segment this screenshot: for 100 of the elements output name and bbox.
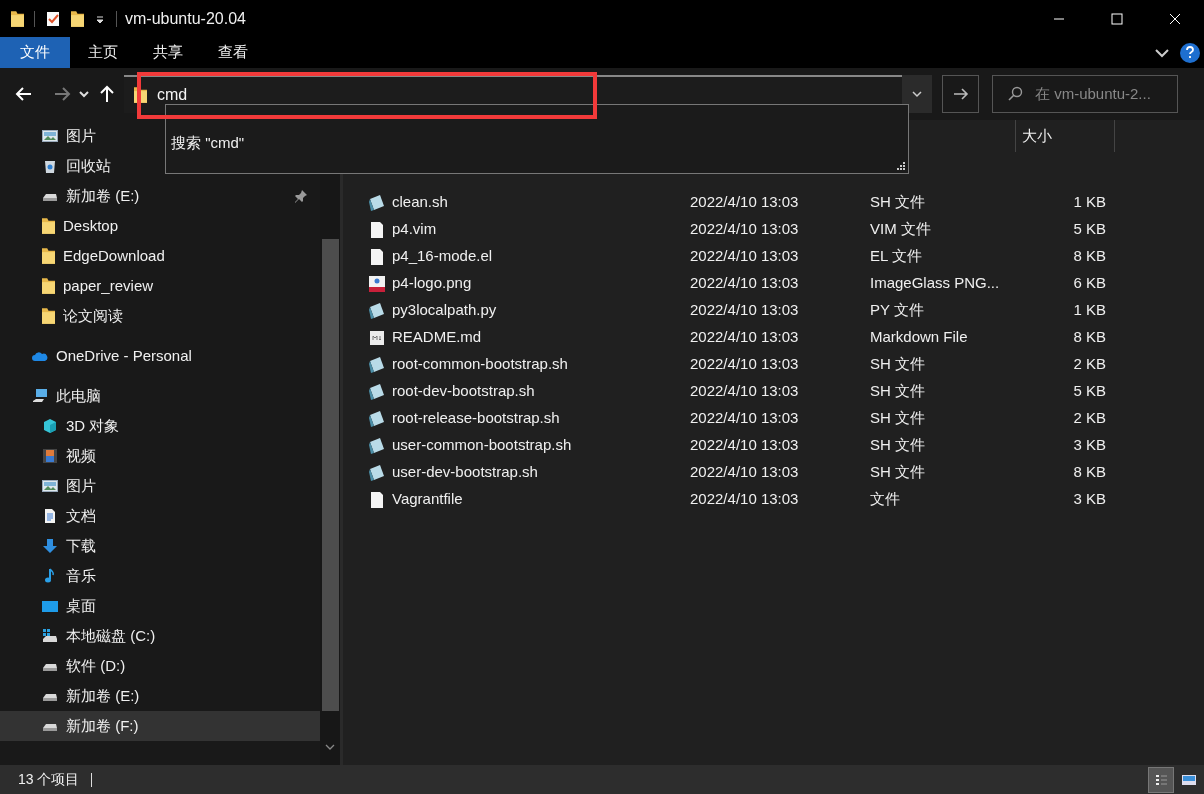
file-name: Vagrantfile bbox=[392, 489, 463, 510]
navigation-item[interactable]: paper_review bbox=[0, 271, 320, 301]
film-icon bbox=[42, 448, 58, 464]
navigation-item[interactable]: 本地磁盘 (C:) bbox=[0, 621, 320, 651]
navigation-item[interactable]: 回收站 bbox=[0, 151, 320, 181]
details-view-button[interactable] bbox=[1148, 766, 1174, 793]
file-row[interactable]: Vagrantfile 2022/4/10 13:03 文件 3 KB bbox=[343, 486, 1204, 513]
file-type: SH 文件 bbox=[870, 435, 926, 456]
file-icon bbox=[368, 220, 386, 239]
file-type: SH 文件 bbox=[870, 192, 926, 213]
navigation-item[interactable]: 新加卷 (E:) bbox=[0, 681, 320, 711]
address-dropdown-button[interactable] bbox=[902, 75, 932, 113]
file-type: EL 文件 bbox=[870, 246, 923, 267]
navigation-item[interactable]: Desktop bbox=[0, 211, 320, 241]
computer-icon bbox=[32, 388, 48, 404]
navigation-item[interactable]: 图片 bbox=[0, 471, 320, 501]
navigation-item[interactable]: 音乐 bbox=[0, 561, 320, 591]
modified-date: 2022/4/10 13:03 bbox=[690, 408, 800, 429]
suggestion-item[interactable]: 搜索 "cmd" bbox=[171, 131, 908, 154]
file-size: 2 KB bbox=[1073, 354, 1106, 375]
file-name: clean.sh bbox=[392, 192, 448, 213]
file-row[interactable]: user-common-bootstrap.sh 2022/4/10 13:03 SH 文件 3 KB bbox=[343, 432, 1204, 459]
thumbnail-view-icon bbox=[1181, 772, 1197, 787]
file-type: Markdown File bbox=[870, 327, 969, 348]
file-size: 8 KB bbox=[1073, 327, 1106, 348]
navigation-item[interactable]: 此电脑 bbox=[0, 381, 320, 411]
file-row[interactable]: root-dev-bootstrap.sh 2022/4/10 13:03 SH 文件 5 KB bbox=[343, 378, 1204, 405]
window-title: vm-ubuntu-20.04 bbox=[125, 8, 247, 29]
file-type: 文件 bbox=[870, 489, 901, 510]
file-name: README.md bbox=[392, 327, 482, 348]
file-menu-tab[interactable]: 文件 bbox=[0, 37, 70, 68]
file-type: ImageGlass PNG... bbox=[870, 273, 1001, 294]
recycle-bin-icon bbox=[42, 158, 58, 174]
address-input[interactable]: cmd bbox=[157, 83, 557, 107]
file-size: 2 KB bbox=[1073, 408, 1106, 429]
file-type: SH 文件 bbox=[870, 462, 926, 483]
navigation-item[interactable]: OneDrive - Personal bbox=[0, 341, 320, 371]
file-row[interactable]: root-common-bootstrap.sh 2022/4/10 13:03 SH 文件 2 KB bbox=[343, 351, 1204, 378]
folder-icon bbox=[11, 10, 24, 27]
file-row[interactable]: root-release-bootstrap.sh 2022/4/10 13:03 SH 文件 2 KB bbox=[343, 405, 1204, 432]
file-type: PY 文件 bbox=[870, 300, 925, 321]
search-input[interactable]: 在 vm-ubuntu-2... bbox=[1035, 82, 1175, 106]
up-arrow-icon[interactable] bbox=[98, 84, 116, 104]
navigation-item[interactable]: 桌面 bbox=[0, 591, 320, 621]
navigation-item[interactable]: 软件 (D:) bbox=[0, 651, 320, 681]
file-size: 1 KB bbox=[1073, 192, 1106, 213]
navigation-item[interactable]: EdgeDownload bbox=[0, 241, 320, 271]
file-row[interactable]: user-dev-bootstrap.sh 2022/4/10 13:03 SH 文件 8 KB bbox=[343, 459, 1204, 486]
file-row[interactable]: p4_16-mode.el 2022/4/10 13:03 EL 文件 8 KB bbox=[343, 243, 1204, 270]
image-file-icon bbox=[368, 274, 386, 293]
script-file-icon bbox=[368, 301, 386, 320]
modified-date: 2022/4/10 13:03 bbox=[690, 327, 800, 348]
modified-date: 2022/4/10 13:03 bbox=[690, 300, 800, 321]
file-row[interactable]: p4-logo.png 2022/4/10 13:03 ImageGlass PNG... 6 KB bbox=[343, 270, 1204, 297]
file-row[interactable]: README.md 2022/4/10 13:03 Markdown File 8 KB bbox=[343, 324, 1204, 351]
file-name: root-release-bootstrap.sh bbox=[392, 408, 560, 429]
navigation-item[interactable]: 3D 对象 bbox=[0, 411, 320, 441]
file-size: 5 KB bbox=[1073, 381, 1106, 402]
file-size: 3 KB bbox=[1073, 489, 1106, 510]
navigation-item[interactable]: 论文阅读 bbox=[0, 301, 320, 331]
chevron-down-icon[interactable] bbox=[78, 88, 90, 100]
ribbon-tab[interactable]: 主页 bbox=[71, 37, 135, 68]
file-icon bbox=[368, 247, 386, 266]
ribbon-tab[interactable]: 查看 bbox=[201, 37, 265, 68]
modified-date: 2022/4/10 13:03 bbox=[690, 462, 800, 483]
item-count: 13 个项目 bbox=[18, 770, 80, 789]
resize-grip-icon[interactable] bbox=[896, 161, 906, 171]
file-name: p4-logo.png bbox=[392, 273, 472, 294]
scrollbar-thumb[interactable] bbox=[321, 239, 339, 711]
file-name: user-common-bootstrap.sh bbox=[392, 435, 572, 456]
file-size: 3 KB bbox=[1073, 435, 1106, 456]
navigation-item[interactable]: 新加卷 (E:) bbox=[0, 181, 320, 211]
properties-icon[interactable] bbox=[45, 10, 61, 27]
file-size: 8 KB bbox=[1073, 246, 1106, 267]
details-view-icon bbox=[1154, 772, 1168, 787]
modified-date: 2022/4/10 13:03 bbox=[690, 381, 800, 402]
folder-icon bbox=[42, 278, 55, 294]
script-file-icon bbox=[368, 463, 386, 482]
cube-icon bbox=[42, 418, 58, 434]
folder-icon bbox=[42, 308, 55, 324]
modified-date: 2022/4/10 13:03 bbox=[690, 354, 800, 375]
column-header[interactable]: 大小 bbox=[1015, 120, 1115, 152]
navigation-item[interactable]: 视频 bbox=[0, 441, 320, 471]
picture-icon bbox=[42, 128, 58, 144]
file-type: VIM 文件 bbox=[870, 219, 932, 240]
ribbon-tab[interactable]: 共享 bbox=[136, 37, 200, 68]
file-type: SH 文件 bbox=[870, 381, 926, 402]
navigation-item[interactable]: 文档 bbox=[0, 501, 320, 531]
navigation-item[interactable]: 下载 bbox=[0, 531, 320, 561]
file-row[interactable]: clean.sh 2022/4/10 13:03 SH 文件 1 KB bbox=[343, 189, 1204, 216]
navigation-item[interactable]: 新加卷 (F:) bbox=[0, 711, 320, 741]
help-icon[interactable] bbox=[1180, 42, 1200, 63]
script-file-icon bbox=[368, 355, 386, 374]
search-field[interactable]: 在 vm-ubuntu-2... bbox=[992, 75, 1178, 113]
file-row[interactable]: py3localpath.py 2022/4/10 13:03 PY 文件 1 KB bbox=[343, 297, 1204, 324]
go-button[interactable] bbox=[942, 75, 979, 113]
modified-date: 2022/4/10 13:03 bbox=[690, 192, 800, 213]
file-row[interactable]: p4.vim 2022/4/10 13:03 VIM 文件 5 KB bbox=[343, 216, 1204, 243]
desktop-icon bbox=[42, 598, 58, 614]
right-arrow-icon bbox=[952, 86, 969, 102]
